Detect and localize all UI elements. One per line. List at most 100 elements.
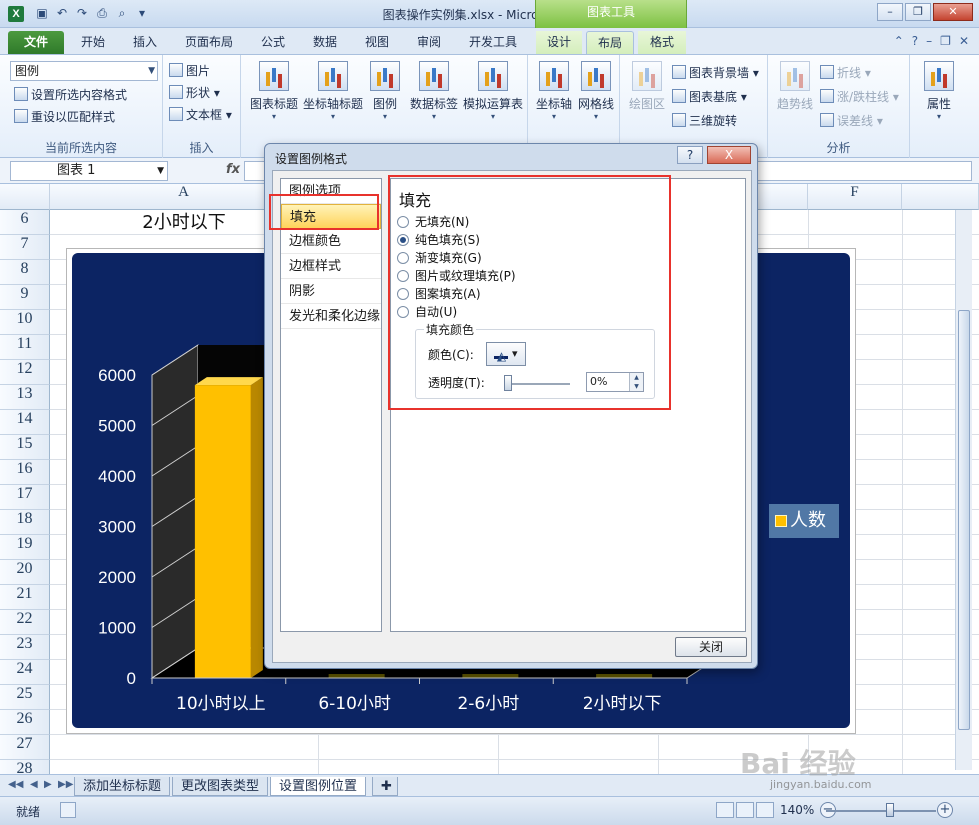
reset-style-button[interactable]: 重设以匹配样式	[14, 107, 115, 127]
row-header[interactable]: 15	[0, 435, 50, 460]
first-sheet-icon[interactable]: ◀◀	[8, 779, 23, 790]
nav-border-color[interactable]: 边框颜色	[281, 229, 381, 254]
tab-design[interactable]: 设计	[536, 31, 582, 54]
sheet-tab-3[interactable]: 设置图例位置	[270, 777, 367, 796]
row-header[interactable]: 11	[0, 335, 50, 360]
trendline-button[interactable]: 趋势线	[772, 61, 818, 131]
row-header[interactable]: 27	[0, 735, 50, 760]
row-header[interactable]: 21	[0, 585, 50, 610]
page-break-view-icon[interactable]	[756, 802, 774, 818]
row-header[interactable]: 20	[0, 560, 50, 585]
row-header[interactable]: 13	[0, 385, 50, 410]
zoom-slider-track[interactable]	[826, 810, 936, 812]
sheet-tab-2[interactable]: 更改图表类型	[172, 777, 269, 796]
dropdown-arrow-icon: ▾	[431, 112, 436, 121]
plot-area-button[interactable]: 绘图区	[624, 61, 670, 131]
chart-floor-button[interactable]: 图表基底 ▾	[672, 87, 747, 107]
doc-close-icon[interactable]: ✕	[959, 34, 969, 48]
prev-sheet-icon[interactable]: ◀	[30, 779, 38, 790]
tab-page-layout[interactable]: 页面布局	[176, 31, 242, 54]
row-header[interactable]: 25	[0, 685, 50, 710]
help-icon[interactable]: ?	[912, 34, 918, 48]
insert-sheet-icon[interactable]: ✚	[372, 777, 398, 796]
row-header[interactable]: 26	[0, 710, 50, 735]
select-all-corner[interactable]	[0, 184, 50, 210]
axes-button[interactable]: 坐标轴 ▾	[532, 61, 576, 131]
row-header[interactable]: 8	[0, 260, 50, 285]
zoom-in-icon[interactable]: +	[937, 802, 953, 818]
chart-title-button[interactable]: 图表标题 ▾	[247, 61, 301, 131]
group-insert: 图片 形状 ▾ 文本框 ▾ 插入	[163, 55, 241, 158]
row-header[interactable]: 14	[0, 410, 50, 435]
rotation-3d-button[interactable]: 三维旋转	[672, 111, 737, 131]
up-down-bars-button[interactable]: 涨/跌柱线 ▾	[820, 87, 899, 107]
zoom-slider-thumb[interactable]	[886, 803, 894, 817]
chart-element-combo[interactable]: 图例 ▼	[10, 61, 158, 81]
row-header[interactable]: 18	[0, 510, 50, 535]
dialog-close-x-button[interactable]: X	[707, 146, 751, 164]
macro-record-icon[interactable]	[60, 802, 76, 818]
tab-data[interactable]: 数据	[304, 31, 346, 54]
tab-home[interactable]: 开始	[72, 31, 114, 54]
insert-function-icon[interactable]: fx	[226, 162, 240, 177]
data-labels-button[interactable]: 数据标签 ▾	[407, 61, 461, 131]
zoom-level[interactable]: 140%	[780, 803, 814, 817]
tab-insert[interactable]: 插入	[124, 31, 166, 54]
sheet-tab-1[interactable]: 添加坐标标题	[74, 777, 171, 796]
restore-button[interactable]: ❐	[905, 3, 931, 21]
name-box[interactable]: 图表 1 ▼	[10, 161, 168, 181]
page-layout-view-icon[interactable]	[736, 802, 754, 818]
tab-view[interactable]: 视图	[356, 31, 398, 54]
row-header[interactable]: 9	[0, 285, 50, 310]
insert-picture-button[interactable]: 图片	[169, 61, 210, 81]
row-header[interactable]: 22	[0, 610, 50, 635]
row-header[interactable]: 19	[0, 535, 50, 560]
dialog-close-button[interactable]: 关闭	[675, 637, 747, 657]
group-analysis: 趋势线 折线 ▾ 涨/跌柱线 ▾ 误差线 ▾ 分析	[768, 55, 910, 158]
row-header[interactable]: 17	[0, 485, 50, 510]
row-header[interactable]: 28	[0, 760, 50, 774]
lines-button[interactable]: 折线 ▾	[820, 63, 871, 83]
row-header[interactable]: 6	[0, 210, 50, 235]
axis-title-button[interactable]: 坐标轴标题 ▾	[301, 61, 365, 131]
tab-formulas[interactable]: 公式	[252, 31, 294, 54]
tab-layout[interactable]: 布局	[586, 31, 634, 54]
vertical-scrollbar[interactable]	[955, 210, 972, 770]
minimize-button[interactable]: –	[877, 3, 903, 21]
row-header[interactable]: 12	[0, 360, 50, 385]
doc-minimize-icon[interactable]: –	[926, 34, 932, 48]
format-selection-button[interactable]: 设置所选内容格式	[14, 85, 127, 105]
nav-shadow[interactable]: 阴影	[281, 279, 381, 304]
row-header[interactable]: 10	[0, 310, 50, 335]
row-header[interactable]: 23	[0, 635, 50, 660]
nav-border-style[interactable]: 边框样式	[281, 254, 381, 279]
row-header[interactable]: 7	[0, 235, 50, 260]
row-header[interactable]: 24	[0, 660, 50, 685]
tab-file[interactable]: 文件	[8, 31, 64, 54]
dialog-help-button[interactable]: ?	[677, 146, 703, 164]
next-sheet-icon[interactable]: ▶	[44, 779, 52, 790]
error-bars-button[interactable]: 误差线 ▾	[820, 111, 883, 131]
tab-review[interactable]: 审阅	[408, 31, 450, 54]
vertical-scroll-thumb[interactable]	[958, 310, 970, 730]
doc-restore-icon[interactable]: ❐	[940, 34, 951, 48]
legend-button[interactable]: 图例 ▾	[365, 61, 405, 131]
column-header-g[interactable]	[902, 184, 979, 210]
tab-format[interactable]: 格式	[638, 31, 686, 54]
last-sheet-icon[interactable]: ▶▶	[58, 779, 73, 790]
column-header-f[interactable]: F	[808, 184, 902, 210]
normal-view-icon[interactable]	[716, 802, 734, 818]
chart-legend[interactable]: 人数	[769, 504, 839, 538]
insert-shapes-button[interactable]: 形状 ▾	[169, 83, 220, 103]
chart-wall-button[interactable]: 图表背景墙 ▾	[672, 63, 759, 83]
data-table-button[interactable]: 模拟运算表 ▾	[461, 61, 525, 131]
nav-glow-soft-edges[interactable]: 发光和柔化边缘	[281, 304, 381, 329]
close-window-button[interactable]: ✕	[933, 3, 973, 21]
y-tick-label: 3000	[98, 518, 136, 537]
properties-button[interactable]: 属性 ▾	[914, 61, 964, 131]
row-header[interactable]: 16	[0, 460, 50, 485]
gridlines-button[interactable]: 网格线 ▾	[576, 61, 616, 131]
insert-textbox-button[interactable]: 文本框 ▾	[169, 105, 232, 125]
collapse-ribbon-icon[interactable]: ⌃	[894, 34, 904, 48]
tab-developer[interactable]: 开发工具	[460, 31, 526, 54]
